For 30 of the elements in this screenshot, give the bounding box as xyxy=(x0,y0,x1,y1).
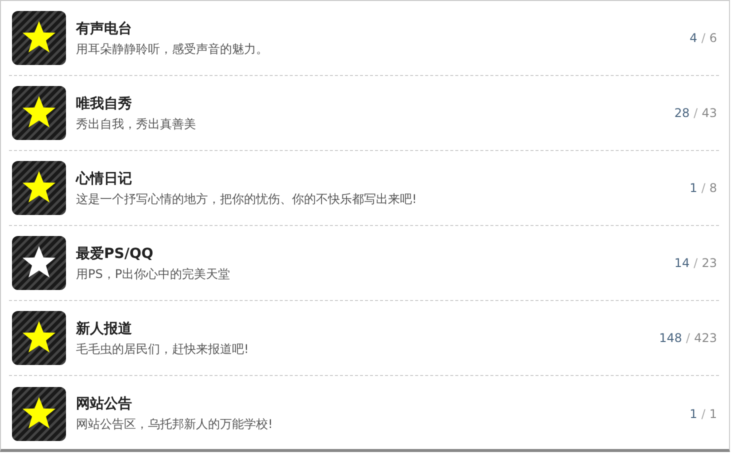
forum-description: 毛毛虫的居民们，赶快来报道吧! xyxy=(76,340,250,356)
count-separator: / xyxy=(701,180,706,197)
topic-count: 1 xyxy=(690,180,698,197)
post-count: 423 xyxy=(694,330,717,347)
forum-description: 秀出自我，秀出真善美 xyxy=(76,116,197,132)
topic-count: 1 xyxy=(690,406,698,422)
count-separator: / xyxy=(694,255,698,272)
count-separator: / xyxy=(686,330,690,347)
post-count: 6 xyxy=(709,30,717,47)
forum-title[interactable]: 唯我自秀 xyxy=(76,94,674,112)
post-count: 1 xyxy=(709,406,717,422)
forum-description: 用耳朵静静聆听，感受声音的魅力。 xyxy=(76,40,269,56)
count-separator: / xyxy=(701,30,706,47)
forum-description: 用PS，P出你心中的完美天堂 xyxy=(76,266,232,282)
topic-count: 4 xyxy=(690,30,698,47)
forum-title[interactable]: 网站公告 xyxy=(76,395,690,413)
count-separator: / xyxy=(694,105,698,122)
post-count: 43 xyxy=(702,105,717,122)
count-separator: / xyxy=(701,406,706,422)
topic-count: 148 xyxy=(659,330,682,347)
forum-title[interactable]: 最爱PS/QQ xyxy=(76,244,674,262)
forum-description: 网站公告区，乌托邦新人的万能学校! xyxy=(76,416,274,432)
post-count: 8 xyxy=(709,180,717,197)
topic-count: 14 xyxy=(674,255,690,272)
post-count: 23 xyxy=(702,255,717,272)
forum-title[interactable]: 心情日记 xyxy=(76,170,690,188)
topic-count: 28 xyxy=(674,105,690,122)
forum-title[interactable]: 新人报道 xyxy=(76,320,660,338)
forum-title[interactable]: 有声电台 xyxy=(76,20,690,38)
forum-description: 这是一个抒写心情的地方，把你的忧伤、你的不快乐都写出来吧! xyxy=(76,190,418,206)
